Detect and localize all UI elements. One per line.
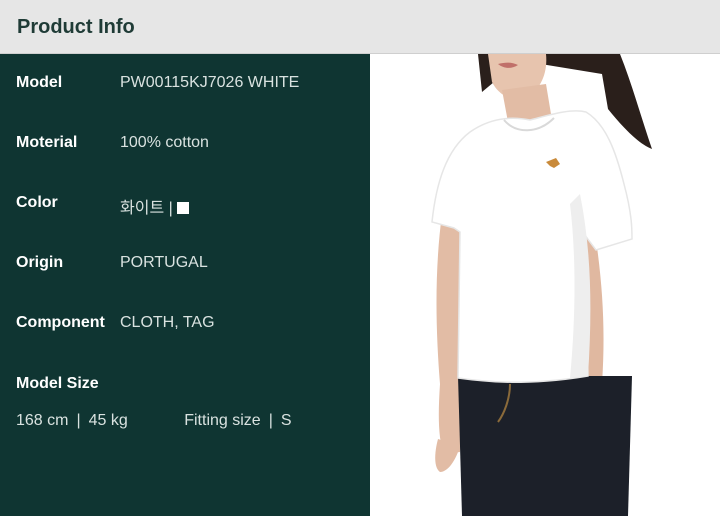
model-size-values: 168 cm | 45 kg Fitting size | S [16,412,292,430]
fitting-size-value: S [280,412,292,429]
model-value: PW00115KJ7026 WHITE [120,74,300,91]
model-label: Model [16,74,63,91]
page-title: Product Info [17,16,135,38]
origin-label: Origin [16,254,64,271]
header-bar: Product Info [0,0,720,54]
color-swatch [176,202,189,214]
info-row-component: Component CLOTH, TAG [16,314,356,336]
jeans [458,376,632,516]
info-panel: Model PW00115KJ7026 WHITE Moterial 100% … [0,54,370,516]
model-size-label: Model Size [16,375,99,392]
color-label: Color [16,194,58,211]
origin-value: PORTUGAL [120,254,208,271]
model-illustration [431,54,652,516]
separator: | [268,412,273,429]
separator: | [76,412,81,429]
color-value: 화이트 | [120,200,173,217]
component-value: CLOTH, TAG [120,314,215,331]
material-label: Moterial [16,134,78,151]
info-row-origin: Origin PORTUGAL [16,254,356,276]
info-row-material: Moterial 100% cotton [16,134,356,156]
material-value: 100% cotton [120,134,209,151]
info-row-model: Model PW00115KJ7026 WHITE [16,74,356,96]
model-height: 168 cm [16,412,69,429]
model-weight: 45 kg [88,412,128,429]
info-row-color: Color 화이트 | [16,194,356,218]
fitting-size-label: Fitting size [184,412,261,429]
component-label: Component [16,314,105,331]
color-value-wrap: 화이트 | [120,194,189,218]
model-photo [370,54,720,516]
product-info-page: Product Info Model PW00115KJ7026 WHITE M… [0,0,720,516]
